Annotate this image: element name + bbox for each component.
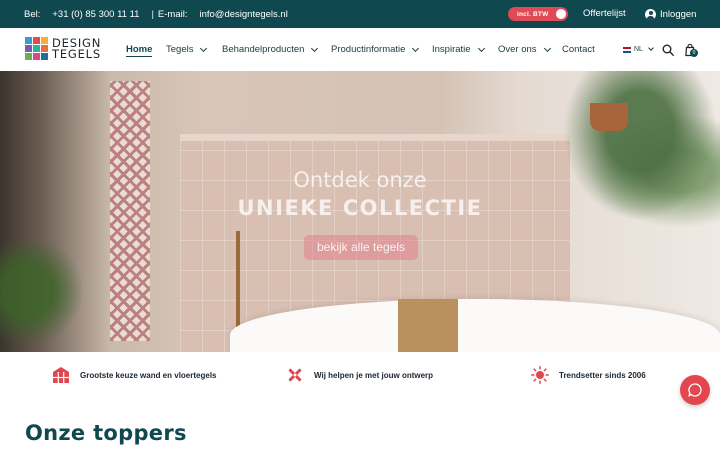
chevron-down-icon xyxy=(311,44,319,52)
nav-home[interactable]: Home xyxy=(126,28,153,71)
contact-info: Bel: +31 (0) 85 300 11 11 | E-mail: info… xyxy=(24,0,288,28)
hero-photo-pot xyxy=(590,103,628,131)
active-underline xyxy=(126,55,153,57)
phone-label: Bel: xyxy=(24,8,41,20)
login-link[interactable]: Inloggen xyxy=(645,0,696,28)
nav-over-ons-label: Over ons xyxy=(498,44,537,55)
phone-link[interactable]: +31 (0) 85 300 11 11 xyxy=(52,9,139,20)
btw-toggle[interactable]: incl. BTW xyxy=(508,7,568,21)
hero-heading-line1: Ontdek onze xyxy=(293,168,427,192)
nav-productinformatie-label: Productinformatie xyxy=(331,44,406,55)
language-selector[interactable]: NL xyxy=(623,28,654,71)
chevron-down-icon xyxy=(412,44,420,52)
nav-contact[interactable]: Contact xyxy=(562,28,595,71)
usp-item: Trendsetter sinds 2006 xyxy=(531,366,646,384)
email-link[interactable]: info@designtegels.nl xyxy=(199,9,287,20)
view-all-tiles-button[interactable]: bekijk alle tegels xyxy=(304,235,418,260)
sun-icon xyxy=(531,366,549,384)
nav-inspiratie[interactable]: Inspiratie xyxy=(432,28,485,71)
toggle-knob xyxy=(556,9,566,19)
nav-behandelproducten[interactable]: Behandelproducten xyxy=(222,28,319,71)
usp-text: Grootste keuze wand en vloertegels xyxy=(80,370,217,380)
design-tools-icon xyxy=(288,368,302,382)
btw-toggle-label: incl. BTW xyxy=(517,10,549,18)
tile-grid-icon xyxy=(53,367,69,383)
chevron-down-icon xyxy=(200,44,208,52)
logo[interactable]: DESIGN TEGELS xyxy=(25,37,101,61)
user-icon xyxy=(645,8,656,20)
logo-word-tegels: TEGELS xyxy=(52,47,101,61)
chevron-down-icon xyxy=(543,44,551,52)
nav-contact-label: Contact xyxy=(562,44,595,55)
search-icon[interactable] xyxy=(662,44,674,56)
usp-text: Trendsetter sinds 2006 xyxy=(559,370,646,380)
hero-photo-bath-board xyxy=(398,299,458,352)
nav-tegels-label: Tegels xyxy=(166,44,194,55)
usp-bar: Grootste keuze wand en vloertegels Wij h… xyxy=(0,352,720,400)
nav-behandelproducten-label: Behandelproducten xyxy=(222,44,305,55)
hero-banner: Ontdek onze UNIEKE COLLECTIE bekijk alle… xyxy=(0,71,720,352)
chat-bubble-icon xyxy=(688,383,702,397)
dutch-flag-icon xyxy=(623,46,631,53)
top-bar: Bel: +31 (0) 85 300 11 11 | E-mail: info… xyxy=(0,0,720,28)
chevron-down-icon xyxy=(648,45,654,51)
hero-photo-leaves xyxy=(0,221,100,352)
chevron-down-icon xyxy=(477,44,485,52)
nav-productinformatie[interactable]: Productinformatie xyxy=(331,28,420,71)
offertelijst-link[interactable]: Offertelijst xyxy=(583,0,626,28)
email-label: E-mail: xyxy=(157,8,188,20)
separator: | xyxy=(151,8,154,20)
section-title-toppers: Onze toppers xyxy=(25,421,187,445)
nav-home-label: Home xyxy=(126,44,153,55)
cart-count-badge: 0 xyxy=(690,49,698,57)
main-navigation: DESIGN TEGELS Home Tegels Behandelproduc… xyxy=(0,28,720,71)
usp-item: Wij helpen je met jouw ontwerp xyxy=(286,366,433,384)
chat-button[interactable] xyxy=(680,375,710,405)
nav-inspiratie-label: Inspiratie xyxy=(432,44,471,55)
hero-heading-line2: UNIEKE COLLECTIE xyxy=(237,196,483,220)
usp-item: Grootste keuze wand en vloertegels xyxy=(52,366,216,384)
language-label: NL xyxy=(634,46,643,53)
nav-over-ons[interactable]: Over ons xyxy=(498,28,551,71)
nav-tegels[interactable]: Tegels xyxy=(166,28,208,71)
logo-mark-icon xyxy=(25,37,48,60)
login-label: Inloggen xyxy=(660,8,697,20)
usp-text: Wij helpen je met jouw ontwerp xyxy=(314,370,434,380)
